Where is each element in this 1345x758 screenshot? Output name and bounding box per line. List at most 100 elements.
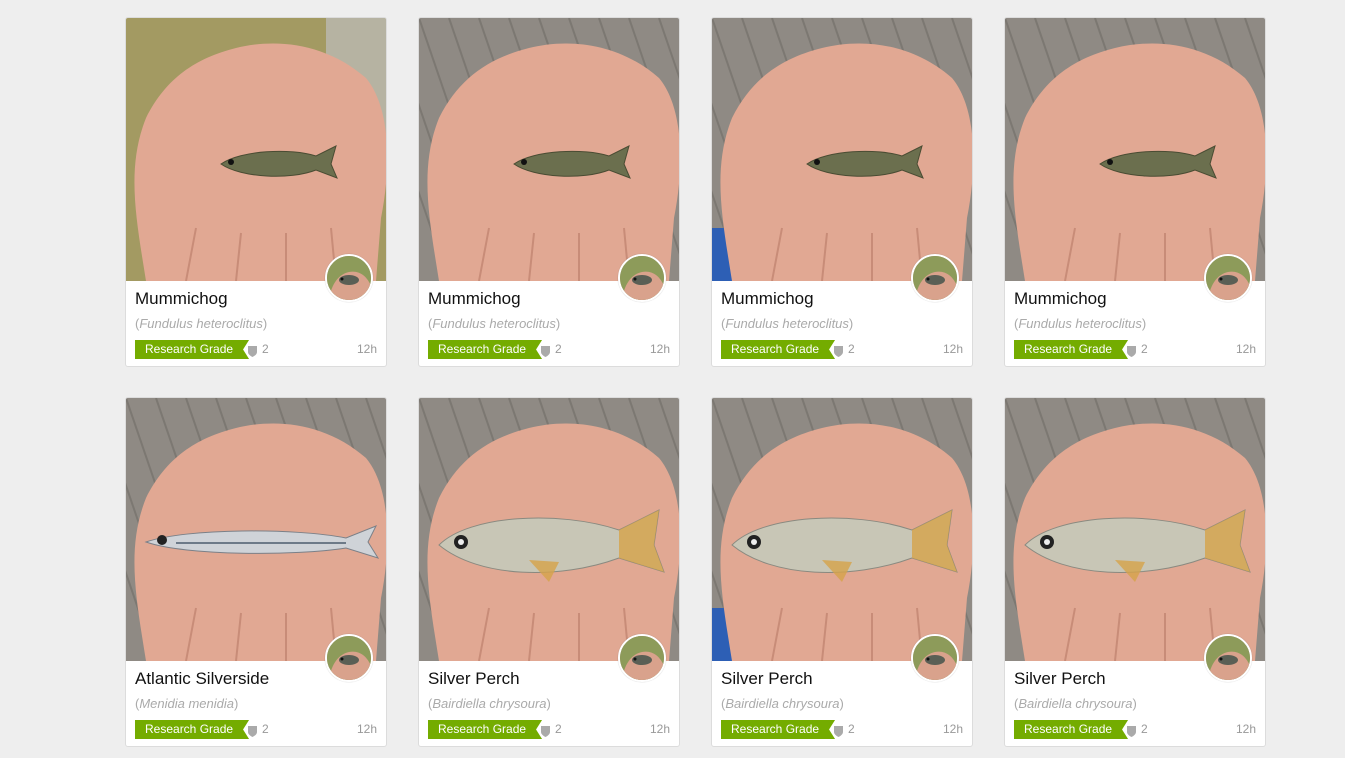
common-name[interactable]: Atlantic Silverside (135, 669, 269, 689)
identification-count-value: 2 (262, 342, 269, 356)
observation-meta: Research Grade 2 12h (1014, 340, 1256, 359)
observation-photo[interactable] (712, 398, 972, 661)
time-ago: 12h (942, 342, 963, 356)
shield-icon (1127, 344, 1136, 357)
quality-grade-badge: Research Grade (135, 340, 249, 359)
identification-count-value: 2 (1141, 722, 1148, 736)
observation-grid: 2 Mummichog (Fundulus heteroclitus) Rese… (125, 17, 1266, 747)
observation-card[interactable]: 2 Silver Perch (Bairdiella chrysoura) Re… (711, 397, 973, 747)
identification-count: 2 (834, 720, 855, 739)
photo-illustration (1005, 398, 1265, 661)
quality-grade-badge: Research Grade (428, 720, 542, 739)
scientific-name: (Fundulus heteroclitus) (1014, 316, 1147, 331)
observation-card[interactable]: 2 Mummichog (Fundulus heteroclitus) Rese… (1004, 17, 1266, 367)
common-name[interactable]: Silver Perch (721, 669, 813, 689)
observation-meta: Research Grade 2 12h (135, 340, 377, 359)
identification-count-value: 2 (848, 722, 855, 736)
scientific-name-text: Menidia menidia (139, 696, 235, 711)
scientific-name: (Bairdiella chrysoura) (428, 696, 551, 711)
observer-avatar[interactable] (618, 634, 666, 682)
scientific-name: (Bairdiella chrysoura) (721, 696, 844, 711)
observer-avatar[interactable] (618, 254, 666, 302)
scientific-name-text: Bairdiella chrysoura (1018, 696, 1133, 711)
observation-card[interactable]: 2 Mummichog (Fundulus heteroclitus) Rese… (125, 17, 387, 367)
scientific-name-text: Fundulus heteroclitus (432, 316, 556, 331)
shield-icon (1127, 724, 1136, 737)
scientific-name: (Fundulus heteroclitus) (428, 316, 561, 331)
quality-grade-badge: Research Grade (1014, 340, 1128, 359)
scientific-name-text: Bairdiella chrysoura (432, 696, 547, 711)
common-name[interactable]: Mummichog (428, 289, 521, 309)
observation-photo[interactable] (126, 398, 386, 661)
observation-card[interactable]: 2 Mummichog (Fundulus heteroclitus) Rese… (418, 17, 680, 367)
observer-avatar[interactable] (1204, 634, 1252, 682)
observation-photo[interactable] (126, 18, 386, 281)
identification-count: 2 (834, 340, 855, 359)
observation-photo[interactable] (712, 18, 972, 281)
photo-illustration (1005, 18, 1265, 281)
time-ago: 12h (1235, 342, 1256, 356)
quality-grade-badge: Research Grade (428, 340, 542, 359)
scientific-name: (Fundulus heteroclitus) (135, 316, 268, 331)
scientific-name: (Fundulus heteroclitus) (721, 316, 854, 331)
identification-count: 2 (541, 720, 562, 739)
quality-grade-badge: Research Grade (721, 340, 835, 359)
time-ago: 12h (356, 722, 377, 736)
time-ago: 12h (1235, 722, 1256, 736)
identification-count: 2 (541, 340, 562, 359)
common-name[interactable]: Silver Perch (1014, 669, 1106, 689)
identification-count: 2 (248, 340, 269, 359)
observation-photo[interactable] (1005, 398, 1265, 661)
shield-icon (834, 724, 843, 737)
photo-illustration (419, 18, 679, 281)
quality-grade-badge: Research Grade (135, 720, 249, 739)
observation-meta: Research Grade 2 12h (428, 340, 670, 359)
scientific-name-text: Fundulus heteroclitus (139, 316, 263, 331)
photo-illustration (712, 398, 972, 661)
time-ago: 12h (356, 342, 377, 356)
identification-count: 2 (248, 720, 269, 739)
photo-illustration (712, 18, 972, 281)
observer-avatar[interactable] (911, 254, 959, 302)
identification-count-value: 2 (262, 722, 269, 736)
observation-card[interactable]: Silver Perch (Bairdiella chrysoura) Rese… (418, 397, 680, 747)
quality-grade-badge: Research Grade (721, 720, 835, 739)
observer-avatar[interactable] (1204, 254, 1252, 302)
shield-icon (541, 344, 550, 357)
common-name[interactable]: Mummichog (1014, 289, 1107, 309)
identification-count-value: 2 (1141, 342, 1148, 356)
observation-photo[interactable] (419, 398, 679, 661)
photo-illustration (419, 398, 679, 661)
shield-icon (248, 724, 257, 737)
observation-card[interactable]: 2 Mummichog (Fundulus heteroclitus) Rese… (711, 17, 973, 367)
identification-count-value: 2 (555, 722, 562, 736)
observation-card[interactable]: 2 Silver Perch (Bairdiella chrysoura) Re… (1004, 397, 1266, 747)
scientific-name-text: Bairdiella chrysoura (725, 696, 840, 711)
common-name[interactable]: Silver Perch (428, 669, 520, 689)
observation-meta: Research Grade 2 12h (428, 720, 670, 739)
shield-icon (834, 344, 843, 357)
time-ago: 12h (942, 722, 963, 736)
scientific-name-text: Fundulus heteroclitus (1018, 316, 1142, 331)
time-ago: 12h (649, 722, 670, 736)
observation-card[interactable]: 3 Atlantic Silverside (Menidia menidia) … (125, 397, 387, 747)
observation-meta: Research Grade 2 12h (721, 340, 963, 359)
time-ago: 12h (649, 342, 670, 356)
observation-photo[interactable] (1005, 18, 1265, 281)
observer-avatar[interactable] (911, 634, 959, 682)
observation-meta: Research Grade 2 12h (135, 720, 377, 739)
identification-count-value: 2 (555, 342, 562, 356)
photo-illustration (126, 18, 386, 281)
scientific-name: (Menidia menidia) (135, 696, 239, 711)
scientific-name-text: Fundulus heteroclitus (725, 316, 849, 331)
observer-avatar[interactable] (325, 634, 373, 682)
common-name[interactable]: Mummichog (721, 289, 814, 309)
common-name[interactable]: Mummichog (135, 289, 228, 309)
identification-count: 2 (1127, 720, 1148, 739)
observation-photo[interactable] (419, 18, 679, 281)
observer-avatar[interactable] (325, 254, 373, 302)
photo-illustration (126, 398, 386, 661)
observation-meta: Research Grade 2 12h (721, 720, 963, 739)
shield-icon (248, 344, 257, 357)
identification-count: 2 (1127, 340, 1148, 359)
